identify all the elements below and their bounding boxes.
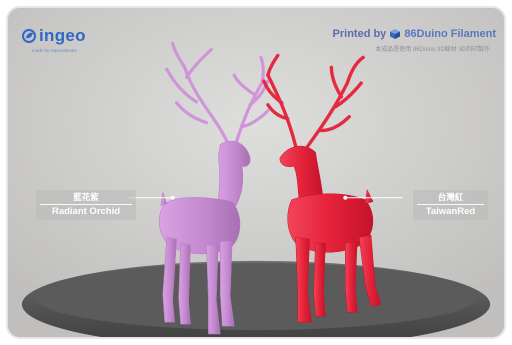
photo-frame: ingeo made by NatureWorks Printed by 86D… <box>6 6 506 339</box>
printed-by-brand: 86Duino Filament <box>404 28 496 40</box>
label-left-chinese: 藍花紫 <box>40 192 132 205</box>
label-right-english: TaiwanRed <box>425 205 476 217</box>
label-taiwan-red: 台灣紅 TaiwanRed <box>413 190 488 220</box>
ingeo-logo: ingeo <box>22 26 86 46</box>
turntable-top <box>33 262 479 331</box>
logo-text: ingeo <box>39 26 86 45</box>
label-radiant-orchid: 藍花紫 Radiant Orchid <box>36 190 136 220</box>
printed-by-subtitle: 本成品是使用 86Duino 3D線材 3D列印製作 <box>375 47 490 53</box>
printed-by-credit: Printed by 86Duino Filament <box>333 28 496 40</box>
printed-by-prefix: Printed by <box>332 28 387 40</box>
label-left-english: Radiant Orchid <box>51 205 121 217</box>
label-right-chinese: 台灣紅 <box>417 192 484 205</box>
cube-logo-icon <box>390 29 401 39</box>
right-pointer-dot <box>343 195 348 200</box>
left-pointer-dot <box>170 195 175 200</box>
logo-tagline: made by NatureWorks <box>32 48 77 53</box>
ingeo-leaf-icon <box>22 29 36 43</box>
deer-photo <box>8 8 504 337</box>
